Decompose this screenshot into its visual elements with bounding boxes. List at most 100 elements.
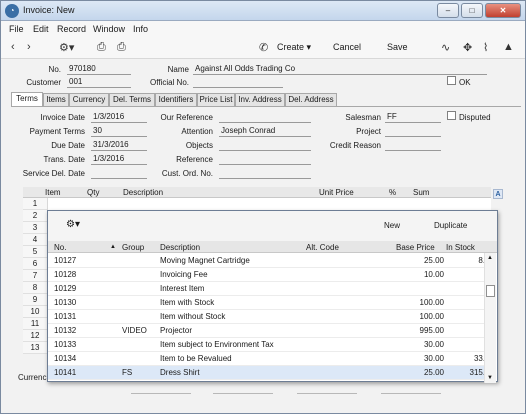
popup-toolbar: ⚙▾ New Duplicate [48,211,497,241]
forward-icon[interactable]: › [27,41,31,53]
minimize-button[interactable]: – [437,3,459,18]
row-number[interactable]: 13 [23,342,47,354]
invoice-date-field[interactable]: 1/3/2016 [91,112,147,123]
menu-info[interactable]: Info [133,24,148,34]
trans-date-field[interactable]: 1/3/2016 [91,154,147,165]
item-row[interactable]: 10129 Interest Item [48,282,484,296]
save-button[interactable]: Save [387,42,408,52]
row-number[interactable]: 4 [23,234,47,246]
back-icon[interactable]: ‹ [11,41,15,53]
create-button[interactable]: Create ▾ [277,42,311,53]
invoice-no-field[interactable]: 970180 [67,64,131,75]
item-no-cell: 10131 [54,312,77,321]
footer-line [213,393,273,394]
row-number[interactable]: 9 [23,294,47,306]
gear-icon[interactable]: ⚙▾ [59,41,74,54]
expand-icon[interactable]: ✥ [463,41,472,54]
duplicate-button[interactable]: Duplicate [434,221,467,230]
row-number[interactable]: 3 [23,222,47,234]
item-description-cell: Projector [160,326,193,335]
row-number[interactable]: 10 [23,306,47,318]
official-no-field[interactable] [193,77,283,88]
row-number[interactable]: 5 [23,246,47,258]
phone-icon[interactable]: ✆ [259,41,268,54]
attention-field[interactable]: Joseph Conrad [219,126,311,137]
row-number[interactable]: 6 [23,258,47,270]
tab-terms[interactable]: Terms [11,92,43,106]
popup-list-header: No. ▲ Group Description Alt. Code Base P… [48,241,497,253]
our-reference-label: Our Reference [160,113,213,122]
col-alt-code[interactable]: Alt. Code [306,243,339,252]
service-del-date-field[interactable] [91,168,147,179]
customer-name-field[interactable]: Against All Odds Trading Co [193,64,487,75]
menu-file[interactable]: File [9,24,24,34]
row-number[interactable]: 11 [23,318,47,330]
tab-del-terms[interactable]: Del. Terms [109,93,155,106]
item-base-price-cell: 30.00 [423,354,444,363]
tab-inv-address[interactable]: Inv. Address [235,93,285,106]
title-bar[interactable]: ◔ Invoice: New – □ ✕ [1,1,525,21]
due-date-field[interactable]: 31/3/2016 [91,140,147,151]
ok-checkbox[interactable] [447,76,456,85]
close-button[interactable]: ✕ [485,3,521,18]
credit-reason-field[interactable] [385,140,441,151]
col-group[interactable]: Group [122,243,144,252]
our-reference-field[interactable] [219,112,311,123]
popup-scrollbar[interactable]: ▲ ▼ [484,253,496,383]
item-row[interactable]: 10131 Item without Stock 100.00 [48,310,484,324]
col-base-price[interactable]: Base Price [396,243,435,252]
item-base-price-cell: 10.00 [423,270,444,279]
salesman-field[interactable]: FF [385,112,441,123]
item-row[interactable]: 10134Item to be Revalued30.0033.00 [48,352,494,366]
item-no-cell: 10134 [54,354,77,363]
tab-items[interactable]: Items [43,93,69,106]
disputed-checkbox[interactable] [447,111,456,120]
item-row[interactable]: 10128 Invoicing Fee 10.00 [48,268,484,282]
objects-field[interactable] [219,140,311,151]
item-description-cell: Item without Stock [160,312,226,321]
tab-identifiers[interactable]: Identifiers [155,93,197,106]
tab-currency[interactable]: Currency [69,93,109,106]
row-number[interactable]: 2 [23,210,47,222]
project-field[interactable] [385,126,441,137]
new-button[interactable]: New [384,221,400,230]
scroll-thumb[interactable] [486,285,495,297]
col-no[interactable]: No. [54,243,66,252]
payment-terms-field[interactable]: 30 [91,126,147,137]
col-unit-price: Unit Price [319,188,354,197]
row-number[interactable]: 12 [23,330,47,342]
a-button[interactable]: A [493,189,503,199]
col-description[interactable]: Description [160,243,200,252]
menu-record[interactable]: Record [57,24,86,34]
row-number[interactable]: 1 [23,198,47,210]
item-row[interactable]: 10133 Item subject to Environment Tax 30.0… [48,338,484,352]
col-in-stock[interactable]: In Stock [446,243,475,252]
gear-icon[interactable]: ⚙▾ [66,219,80,230]
cust-ord-no-field[interactable] [219,168,311,179]
tab-price-list[interactable]: Price List [197,93,235,106]
item-row[interactable]: 10141 FS Dress Shirt 25.00 315.00 [48,366,494,380]
item-row[interactable]: 10132 VIDEO Projector 995.00 [48,324,484,338]
menu-edit[interactable]: Edit [33,24,49,34]
row-number[interactable]: 8 [23,282,47,294]
menu-window[interactable]: Window [93,24,125,34]
item-description-cell: Moving Magnet Cartridge [160,256,250,265]
tab-del-address[interactable]: Del. Address [285,93,337,106]
reference-label: Reference [176,155,213,164]
maximize-button[interactable]: □ [461,3,483,18]
print-icon[interactable]: ⎙ [97,41,106,54]
print-preview-icon[interactable]: ⎙ [117,41,126,54]
customer-field[interactable]: 001 [67,77,131,88]
item-row[interactable]: 10130 Item with Stock 100.00 [48,296,484,310]
reference-field[interactable] [219,154,311,165]
chart-icon[interactable]: ∿ [441,41,450,54]
scroll-down-icon[interactable]: ▼ [487,375,493,381]
scroll-up-icon[interactable]: ▲ [487,255,493,261]
item-row[interactable]: 10127Moving Magnet Cartridge25.008.00 [48,254,494,268]
disputed-label: Disputed [459,113,491,122]
cancel-button[interactable]: Cancel [333,42,361,52]
attachment-icon[interactable]: ⌇ [483,41,488,54]
row-number[interactable]: 7 [23,270,47,282]
graduation-icon[interactable]: ▲ [503,41,514,53]
footer-line [131,393,191,394]
